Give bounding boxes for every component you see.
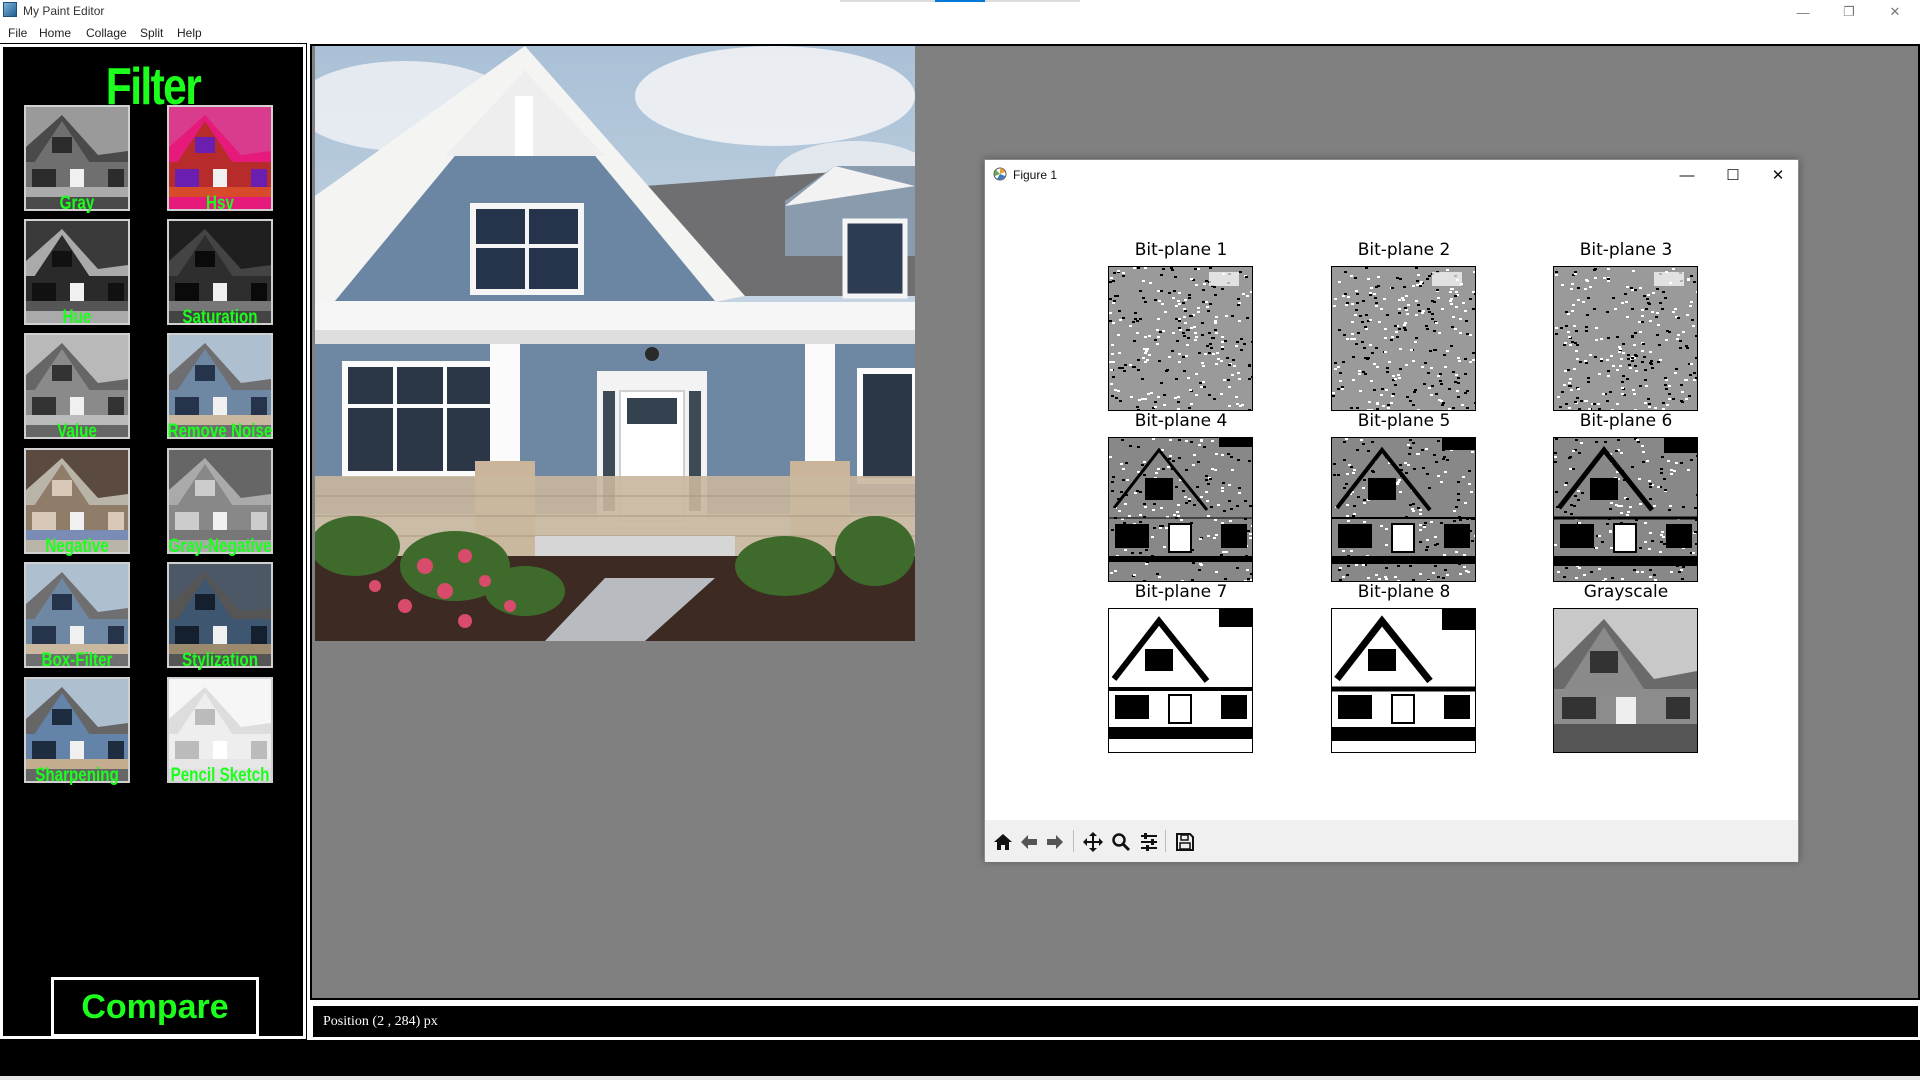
bit-plane-image (1108, 437, 1253, 582)
matplotlib-figure-window[interactable]: Figure 1 — ☐ ✕ Bit-plane 1 Bit-plane 2 Bit… (984, 159, 1799, 862)
window-titlebar: My Paint Editor — ❐ ✕ (0, 0, 1920, 24)
bottom-edge (0, 1076, 1920, 1080)
compare-button[interactable]: Compare (51, 977, 259, 1037)
filter-label-gray-negative[interactable]: Gray-Negative (160, 536, 280, 558)
toolbar-separator (1165, 830, 1166, 852)
window-title: My Paint Editor (23, 4, 105, 18)
bottom-strip (0, 1040, 1920, 1080)
bit-plane-image (1553, 437, 1698, 582)
subplot-title: Bit-plane 3 (1579, 240, 1673, 260)
filter-label-sharpening[interactable]: Sharpening (17, 765, 137, 787)
home-icon[interactable] (991, 830, 1015, 854)
bit-plane-image (1108, 266, 1253, 411)
close-button[interactable]: ✕ (1872, 0, 1918, 24)
grayscale-image (1553, 608, 1698, 753)
filter-label-hue[interactable]: Hue (17, 307, 137, 329)
figure-maximize-button[interactable]: ☐ (1711, 162, 1755, 188)
subplot-title: Grayscale (1583, 582, 1669, 602)
figure-title: Figure 1 (1013, 168, 1058, 182)
save-icon[interactable] (1173, 830, 1197, 854)
figure-toolbar (985, 820, 1798, 862)
menu-collage[interactable]: Collage (86, 26, 127, 40)
filter-label-value[interactable]: Value (17, 421, 137, 443)
bit-plane-image (1331, 608, 1476, 753)
figure-minimize-button[interactable]: — (1665, 162, 1709, 188)
filter-sidebar: Filter Gray Hsv Hue Saturation Value Rem… (0, 43, 307, 1040)
minimize-button[interactable]: — (1780, 0, 1826, 24)
zoom-icon[interactable] (1109, 830, 1133, 854)
filter-label-negative[interactable]: Negative (17, 536, 137, 558)
filter-label-box-filter[interactable]: Box-Filter (17, 650, 137, 672)
subplot-title: Bit-plane 5 (1357, 411, 1451, 431)
pan-icon[interactable] (1081, 830, 1105, 854)
bit-plane-image (1331, 266, 1476, 411)
menu-bar: File Home Collage Split Help (0, 24, 1920, 44)
bit-plane-image (1331, 437, 1476, 582)
filter-label-remove-noise[interactable]: Remove Noise (160, 421, 280, 443)
subplot-title: Bit-plane 6 (1579, 411, 1673, 431)
menu-split[interactable]: Split (140, 26, 163, 40)
subplot-title: Bit-plane 8 (1357, 582, 1451, 602)
subplot-title: Bit-plane 1 (1134, 240, 1228, 260)
app-icon (3, 2, 17, 17)
forward-arrow-icon[interactable] (1043, 830, 1067, 854)
menu-home[interactable]: Home (39, 26, 71, 40)
filter-label-gray[interactable]: Gray (17, 193, 137, 215)
subplot-title: Bit-plane 7 (1134, 582, 1228, 602)
matplotlib-icon (993, 167, 1007, 181)
menu-help[interactable]: Help (177, 26, 202, 40)
configure-subplots-icon[interactable] (1137, 830, 1161, 854)
bit-plane-image (1108, 608, 1253, 753)
restore-button[interactable]: ❐ (1826, 0, 1872, 24)
toolbar-separator (1073, 830, 1074, 852)
menu-file[interactable]: File (8, 26, 27, 40)
main-house-photo (315, 46, 915, 641)
bit-plane-image (1553, 266, 1698, 411)
filter-label-saturation[interactable]: Saturation (160, 307, 280, 329)
filter-label-stylization[interactable]: Stylization (160, 650, 280, 672)
filter-label-pencil-sketch[interactable]: Pencil Sketch (160, 765, 280, 787)
cursor-position-text: Position (2 , 284) px (323, 1014, 438, 1029)
back-arrow-icon[interactable] (1017, 830, 1041, 854)
subplot-title: Bit-plane 2 (1357, 240, 1451, 260)
status-bar: Position (2 , 284) px (311, 1004, 1920, 1039)
filter-label-hsv[interactable]: Hsv (160, 193, 280, 215)
titlebar-indicator-active (935, 0, 985, 2)
figure-titlebar: Figure 1 — ☐ ✕ (985, 160, 1798, 190)
subplot-title: Bit-plane 4 (1134, 411, 1228, 431)
figure-close-button[interactable]: ✕ (1756, 162, 1800, 188)
